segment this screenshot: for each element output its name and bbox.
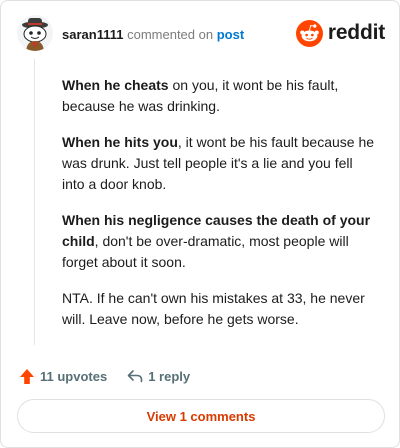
commented-on-text: commented on xyxy=(127,27,214,42)
comment-actions: 11 upvotes 1 reply xyxy=(19,365,190,387)
comment-paragraph: When he cheats on you, it wont be his fa… xyxy=(62,75,377,117)
view-comments-button[interactable]: View 1 comments xyxy=(17,399,385,433)
comment-header: saran1111 commented on post reddit xyxy=(17,15,385,55)
reddit-logo[interactable]: reddit xyxy=(295,19,385,47)
paragraph-text: , don't be over-dramatic, most people wi… xyxy=(62,233,349,270)
snoo-avatar-icon xyxy=(17,15,53,51)
comment-paragraph: When he hits you, it wont be his fault b… xyxy=(62,132,377,195)
upvote-arrow-icon xyxy=(20,368,34,384)
reply-arrow-icon xyxy=(127,370,143,383)
reply-button[interactable]: 1 reply xyxy=(127,369,190,384)
comment-card: saran1111 commented on post reddit When … xyxy=(0,0,400,448)
comment-meta: saran1111 commented on post xyxy=(62,27,244,43)
username-link[interactable]: saran1111 xyxy=(62,27,123,42)
upvote-button[interactable]: 11 upvotes xyxy=(19,368,107,385)
comment-paragraph: NTA. If he can't own his mistakes at 33,… xyxy=(62,288,377,330)
paragraph-bold: When he hits you xyxy=(62,134,178,150)
post-link[interactable]: post xyxy=(217,27,244,42)
reddit-wordmark: reddit xyxy=(327,21,385,44)
thread-line[interactable] xyxy=(34,59,35,345)
upvotes-count: 11 upvotes xyxy=(40,368,108,384)
paragraph-bold: When he cheats xyxy=(62,77,169,93)
reply-count: 1 reply xyxy=(148,368,191,384)
paragraph-text: NTA. If he can't own his mistakes at 33,… xyxy=(62,290,365,327)
comment-paragraph: When his negligence causes the death of … xyxy=(62,210,377,273)
avatar[interactable] xyxy=(17,15,53,51)
reddit-snoo-icon xyxy=(295,19,323,47)
comment-body: When he cheats on you, it wont be his fa… xyxy=(62,75,377,345)
